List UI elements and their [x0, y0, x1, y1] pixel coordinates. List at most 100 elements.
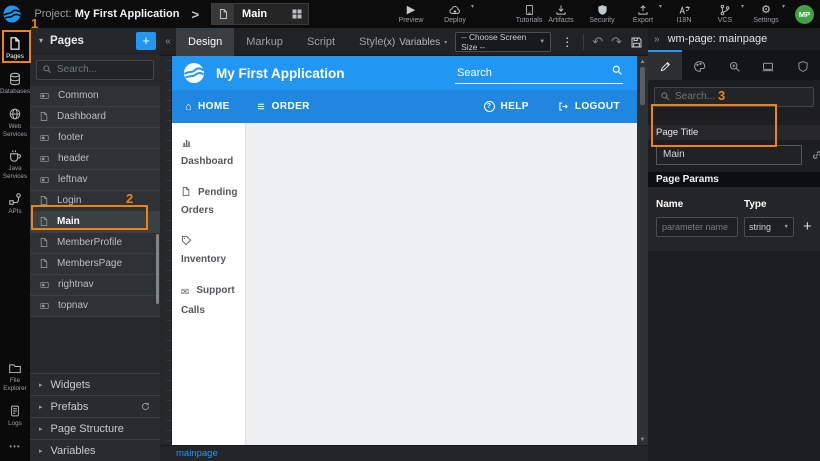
- caret-down-icon: ▾: [741, 3, 744, 10]
- scrollbar-thumb[interactable]: [640, 67, 645, 105]
- tree-expanded-icon[interactable]: ▾: [39, 36, 43, 45]
- page-item-main[interactable]: Main: [30, 212, 160, 233]
- nav-item-help[interactable]: ? HELP: [484, 101, 529, 112]
- partial-icon: [39, 133, 50, 143]
- canvas-scrollbar[interactable]: ▲ ▼: [637, 56, 648, 445]
- status-breadcrumb[interactable]: mainpage: [176, 448, 218, 459]
- partial-icon: [39, 154, 50, 164]
- security-button[interactable]: Security: [586, 0, 618, 28]
- app-search-input[interactable]: [455, 65, 623, 84]
- collapse-panel-icon[interactable]: »: [654, 34, 660, 45]
- rail-item-databases[interactable]: Databases: [0, 67, 30, 102]
- page-item-common[interactable]: Common: [30, 86, 160, 107]
- page-grid-icon[interactable]: [291, 8, 303, 20]
- inspector-search-input[interactable]: [654, 87, 814, 107]
- save-icon[interactable]: [630, 36, 643, 49]
- export-button[interactable]: Export ▾: [627, 0, 659, 28]
- pencil-icon: [659, 60, 672, 73]
- more-options-icon[interactable]: ⋮: [559, 35, 575, 49]
- rail-item-apis[interactable]: APIs: [0, 187, 30, 222]
- bind-link-icon[interactable]: [811, 149, 820, 161]
- page-item-dashboard[interactable]: Dashboard: [30, 107, 160, 128]
- pages-search-input[interactable]: [36, 60, 154, 80]
- section-page-structure[interactable]: ▸ Page Structure: [30, 417, 160, 439]
- scroll-up-icon[interactable]: ▲: [640, 56, 646, 67]
- app-sidebar-item-pending-orders[interactable]: Pending Orders: [181, 184, 238, 220]
- undo-icon[interactable]: ↶: [592, 34, 603, 50]
- topbar-left-actions: ▶ Preview Deploy ▾ Tutorials: [395, 0, 545, 28]
- app-sidebar-item-inventory[interactable]: Inventory: [181, 233, 238, 269]
- rail-item-pages[interactable]: Pages: [0, 31, 30, 67]
- nav-item-logout[interactable]: LOGOUT: [557, 101, 620, 112]
- collapse-panel-icon[interactable]: «: [160, 36, 176, 47]
- user-avatar[interactable]: MP: [795, 5, 814, 24]
- download-icon: [555, 4, 567, 16]
- app-preview-header[interactable]: My First Application: [172, 56, 637, 90]
- app-sidebar-item-dashboard[interactable]: Dashboard: [181, 135, 238, 171]
- deploy-button[interactable]: Deploy ▾: [439, 0, 471, 28]
- select-arrow-icon: ▼: [539, 39, 545, 45]
- add-param-button[interactable]: +: [803, 219, 812, 234]
- page-item-memberspage[interactable]: MembersPage: [30, 254, 160, 275]
- nav-item-order[interactable]: ORDER: [256, 101, 310, 112]
- tab-design[interactable]: Design: [176, 28, 234, 56]
- tab-properties[interactable]: [648, 50, 682, 80]
- api-connector-icon: [8, 192, 22, 206]
- page-file-icon: [212, 4, 234, 24]
- tab-security[interactable]: [786, 50, 820, 80]
- page-item-rightnav[interactable]: rightnav: [30, 275, 160, 296]
- scroll-down-icon[interactable]: ▼: [640, 434, 646, 445]
- rail-item-java-services[interactable]: Java Services: [0, 144, 30, 187]
- vcs-button[interactable]: VCS ▾: [709, 0, 741, 28]
- param-type-select[interactable]: string ▼: [744, 217, 794, 237]
- book-icon: [524, 4, 535, 16]
- project-label: Project:: [34, 8, 71, 20]
- tab-markup[interactable]: Markup: [234, 28, 295, 56]
- nav-item-home[interactable]: ⌂ HOME: [185, 101, 230, 113]
- rail-item-web-services[interactable]: Web Services: [0, 102, 30, 145]
- section-label: Variables: [51, 445, 96, 457]
- page-selector-dropdown[interactable]: Main: [211, 3, 309, 25]
- preview-button[interactable]: ▶ Preview: [395, 0, 427, 28]
- page-item-memberprofile[interactable]: MemberProfile: [30, 233, 160, 254]
- page-item-header[interactable]: header: [30, 149, 160, 170]
- section-prefabs[interactable]: ▸ Prefabs: [30, 395, 160, 417]
- i18n-button[interactable]: I18N: [668, 0, 700, 28]
- screen-size-select[interactable]: -- Choose Screen Size -- ▼: [455, 32, 551, 52]
- artifacts-button[interactable]: Artifacts: [545, 0, 577, 28]
- rail-label-file-explorer: File Explorer: [0, 377, 30, 393]
- pages-list-scrollbar[interactable]: [156, 234, 159, 304]
- section-widgets[interactable]: ▸ Widgets: [30, 373, 160, 395]
- rail-item-logs[interactable]: Logs: [0, 399, 30, 434]
- add-page-button[interactable]: +: [136, 32, 156, 50]
- app-content-area[interactable]: [246, 123, 637, 445]
- tab-styles[interactable]: [682, 50, 716, 80]
- param-name-input[interactable]: [656, 217, 738, 237]
- search-icon[interactable]: [611, 64, 623, 76]
- page-params-table: Name Type string ▼ +: [648, 187, 820, 251]
- page-title-input[interactable]: [656, 145, 802, 165]
- page-item-leftnav[interactable]: leftnav: [30, 170, 160, 191]
- redo-icon[interactable]: ↷: [611, 34, 622, 50]
- app-sidebar-item-support-calls[interactable]: ✉Support Calls: [181, 282, 238, 320]
- page-item-topnav[interactable]: topnav: [30, 296, 160, 317]
- tab-device[interactable]: [751, 50, 785, 80]
- variables-button[interactable]: (x) Variables ▾: [384, 37, 448, 48]
- inspector-search: [648, 80, 820, 113]
- inspector-title: wm-page: mainpage: [668, 33, 768, 45]
- page-item-footer[interactable]: footer: [30, 128, 160, 149]
- design-canvas[interactable]: My First Application ⌂ HOME: [172, 56, 637, 445]
- rail-more-button[interactable]: •••: [9, 434, 20, 461]
- section-variables[interactable]: ▸ Variables: [30, 439, 160, 461]
- app-sidebar-label: Inventory: [181, 254, 226, 265]
- wavemaker-logo[interactable]: [0, 0, 24, 28]
- rail-item-file-explorer[interactable]: File Explorer: [0, 357, 30, 399]
- tab-search-properties[interactable]: [717, 50, 751, 80]
- page-item-login[interactable]: Login: [30, 191, 160, 212]
- settings-button[interactable]: ⚙ Settings ▾: [750, 0, 782, 28]
- tutorials-button[interactable]: Tutorials: [513, 0, 545, 28]
- refresh-icon[interactable]: [140, 401, 151, 412]
- caret-down-icon: ▾: [444, 39, 447, 46]
- tab-script[interactable]: Script: [295, 28, 347, 56]
- section-label: Page Structure: [51, 423, 124, 435]
